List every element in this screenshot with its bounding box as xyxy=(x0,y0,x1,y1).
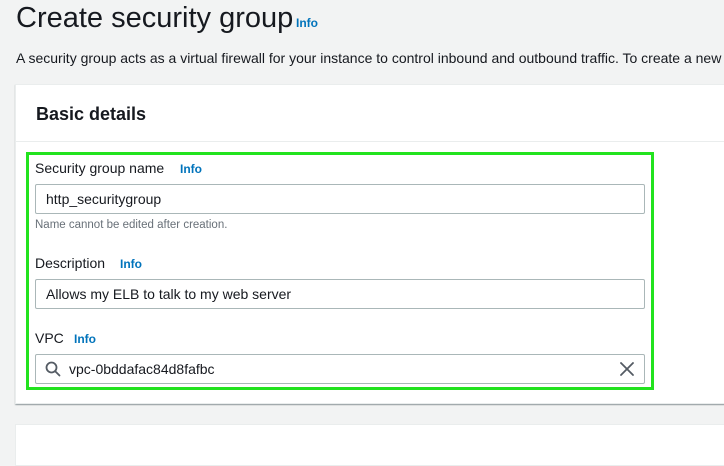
security-group-name-label: Security group name xyxy=(35,160,165,176)
security-group-name-hint: Name cannot be edited after creation. xyxy=(35,219,228,231)
basic-details-heading: Basic details xyxy=(36,104,147,124)
vpc-info-link[interactable]: Info xyxy=(74,332,96,346)
page-title: Create security group xyxy=(16,2,294,34)
vpc-label: VPC xyxy=(35,330,64,346)
description-label: Description xyxy=(35,255,106,271)
next-panel xyxy=(15,424,724,466)
security-group-name-input[interactable]: http_securitygroup xyxy=(35,184,645,214)
clear-icon[interactable] xyxy=(618,360,636,378)
description-info-link[interactable]: Info xyxy=(120,257,142,271)
description-input[interactable]: Allows my ELB to talk to my web server xyxy=(35,279,645,309)
search-icon xyxy=(44,360,62,378)
title-info-link[interactable]: Info xyxy=(296,16,318,30)
vpc-value: vpc-0bddafac84d8fafbc xyxy=(69,361,215,377)
panel-divider xyxy=(16,141,724,142)
page-description: A security group acts as a virtual firew… xyxy=(16,50,724,66)
security-group-name-info-link[interactable]: Info xyxy=(180,162,202,176)
